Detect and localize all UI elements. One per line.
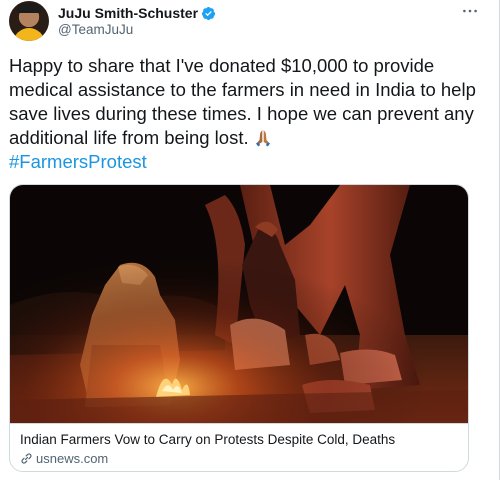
- card-domain: usnews.com: [36, 451, 109, 466]
- verified-badge-icon: [201, 6, 216, 21]
- tweet: JuJu Smith-Schuster @TeamJuJu Happy to s…: [0, 0, 500, 480]
- author-name-row: JuJu Smith-Schuster: [58, 4, 216, 22]
- hashtag-link[interactable]: #FarmersProtest: [9, 151, 147, 172]
- tweet-text: Happy to share that I've donated $10,000…: [9, 54, 479, 174]
- avatar[interactable]: [9, 1, 49, 41]
- link-icon: [20, 452, 33, 465]
- more-options-icon[interactable]: [459, 3, 481, 19]
- card-meta: Indian Farmers Vow to Carry on Protests …: [10, 423, 468, 471]
- author-display-name[interactable]: JuJu Smith-Schuster: [58, 5, 198, 21]
- folded-hands-icon: [253, 127, 273, 147]
- avatar-shirt: [13, 28, 45, 41]
- link-card[interactable]: Indian Farmers Vow to Carry on Protests …: [9, 184, 469, 472]
- card-title[interactable]: Indian Farmers Vow to Carry on Protests …: [20, 431, 458, 448]
- card-domain-row: usnews.com: [20, 450, 458, 467]
- tweet-body-text: Happy to share that I've donated $10,000…: [9, 55, 476, 148]
- card-image: [10, 185, 468, 423]
- avatar-hat: [17, 3, 41, 13]
- author-handle[interactable]: @TeamJuJu: [58, 22, 133, 37]
